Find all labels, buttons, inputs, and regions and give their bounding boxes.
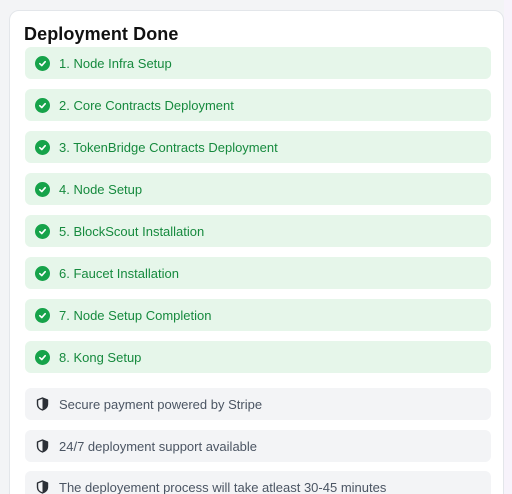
step-label: 2. Core Contracts Deployment bbox=[59, 97, 234, 113]
step-label: 5. BlockScout Installation bbox=[59, 223, 205, 239]
step-item: 1. Node Infra Setup bbox=[25, 47, 491, 79]
step-item: 8. Kong Setup bbox=[25, 341, 491, 373]
step-item: 4. Node Setup bbox=[25, 173, 491, 205]
step-item: 5. BlockScout Installation bbox=[25, 215, 491, 247]
info-item: 24/7 deployment support available bbox=[25, 430, 491, 462]
step-item: 7. Node Setup Completion bbox=[25, 299, 491, 331]
step-label: 8. Kong Setup bbox=[59, 349, 142, 365]
side-strip bbox=[504, 0, 512, 494]
deployment-card: Deployment Done 1. Node Infra Setup 2. C… bbox=[9, 10, 504, 494]
info-label: Secure payment powered by Stripe bbox=[59, 396, 263, 412]
step-label: 6. Faucet Installation bbox=[59, 265, 179, 281]
shield-icon bbox=[35, 480, 50, 494]
check-circle-icon bbox=[35, 97, 50, 113]
step-label: 3. TokenBridge Contracts Deployment bbox=[59, 139, 278, 155]
check-circle-icon bbox=[35, 223, 50, 239]
check-circle-icon bbox=[35, 265, 50, 281]
check-circle-icon bbox=[35, 55, 50, 71]
check-circle-icon bbox=[35, 349, 50, 365]
info-label: 24/7 deployment support available bbox=[59, 438, 258, 454]
page: Deployment Done 1. Node Infra Setup 2. C… bbox=[0, 0, 512, 494]
shield-icon bbox=[35, 397, 50, 412]
info-item: The deployement process will take atleas… bbox=[25, 471, 491, 494]
check-circle-icon bbox=[35, 181, 50, 197]
info-item: Secure payment powered by Stripe bbox=[25, 388, 491, 420]
step-item: 2. Core Contracts Deployment bbox=[25, 89, 491, 121]
step-label: 4. Node Setup bbox=[59, 181, 143, 197]
card-title: Deployment Done bbox=[24, 24, 179, 44]
step-item: 3. TokenBridge Contracts Deployment bbox=[25, 131, 491, 163]
shield-icon bbox=[35, 439, 50, 454]
step-label: 7. Node Setup Completion bbox=[59, 307, 212, 323]
info-label: The deployement process will take atleas… bbox=[59, 479, 387, 494]
step-label: 1. Node Infra Setup bbox=[59, 55, 172, 71]
check-circle-icon bbox=[35, 139, 50, 155]
check-circle-icon bbox=[35, 307, 50, 323]
step-item: 6. Faucet Installation bbox=[25, 257, 491, 289]
